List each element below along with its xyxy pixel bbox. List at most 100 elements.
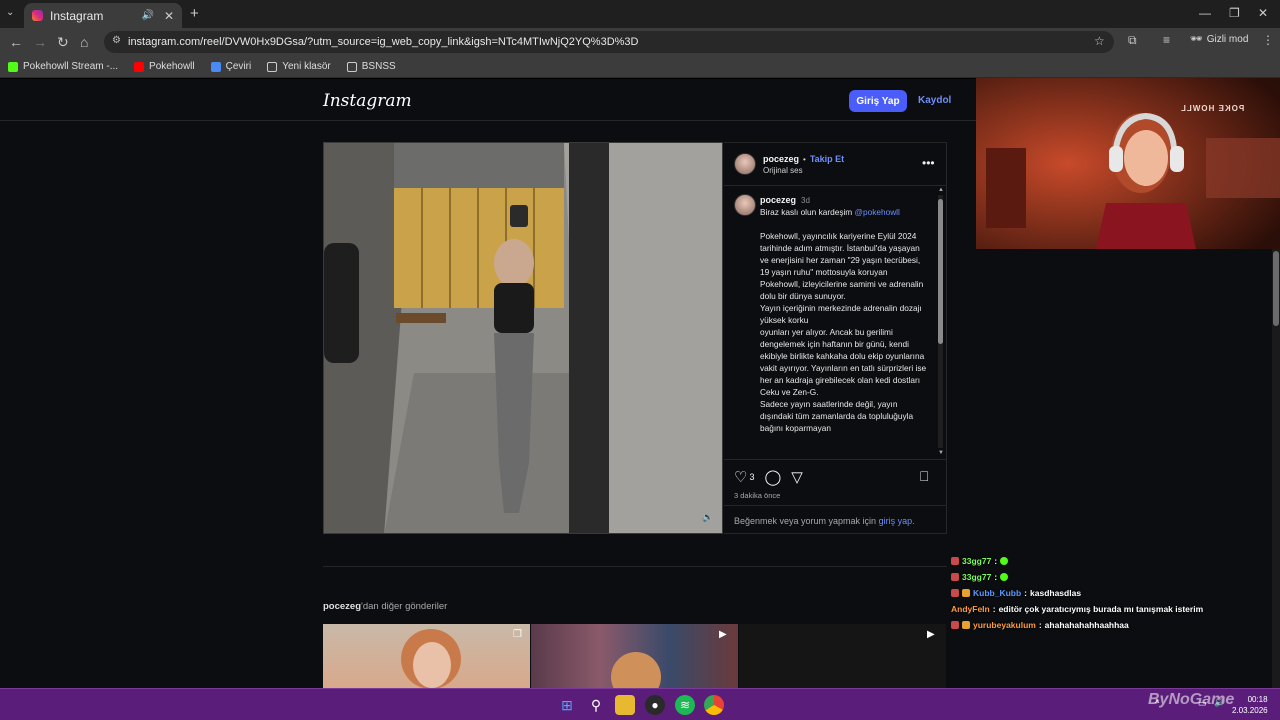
- bookmarks-bar: Pokehowll Stream -... Pokehowll Çeviri Y…: [0, 56, 1280, 78]
- mute-icon[interactable]: 🔈: [702, 512, 713, 523]
- audio-label[interactable]: Orijinal ses: [763, 166, 803, 175]
- section-divider: [323, 566, 947, 567]
- home-icon[interactable]: ⌂: [80, 34, 88, 50]
- more-posts-user[interactable]: pocezeg: [323, 601, 361, 612]
- bookmark-youtube[interactable]: Pokehowll: [134, 61, 195, 72]
- new-tab-icon[interactable]: +: [190, 5, 199, 22]
- chrome-icon[interactable]: [704, 695, 724, 715]
- folder-icon: [346, 61, 357, 72]
- address-bar[interactable]: ⚙ instagram.com/reel/DVW0Hx9DGsa/?utm_so…: [104, 31, 1114, 53]
- caption-text: Biraz kaslı olun kardeşim @pokehowll Pok…: [760, 206, 928, 434]
- tab-instagram[interactable]: Instagram 🔊 ✕: [24, 3, 182, 28]
- folder-icon: [267, 61, 278, 72]
- emote-icon: [1000, 573, 1009, 581]
- chat-username[interactable]: Kubb_Kubb: [973, 588, 1021, 598]
- bookmark-kick[interactable]: Pokehowll Stream -...: [8, 61, 118, 72]
- tab-title: Instagram: [50, 8, 104, 23]
- minimize-icon[interactable]: —: [1199, 6, 1211, 20]
- page-scroll-thumb[interactable]: [1273, 251, 1279, 326]
- back-icon[interactable]: ←: [9, 34, 23, 50]
- chat-colon: :: [1038, 620, 1042, 630]
- author-avatar[interactable]: [734, 153, 756, 175]
- search-icon[interactable]: ⚲: [586, 695, 606, 715]
- instagram-logo[interactable]: Instagram: [323, 91, 412, 111]
- windows-start-icon[interactable]: ⊞: [557, 695, 577, 715]
- chat-username[interactable]: 33gg77: [962, 556, 991, 566]
- action-bar: ♡ 3 ◯ ▽: [734, 468, 803, 486]
- reload-icon[interactable]: ↻: [57, 34, 69, 51]
- kick-icon: [8, 61, 18, 72]
- caption-avatar[interactable]: [734, 194, 756, 216]
- thumbnail-face: [413, 642, 451, 688]
- bookmark-folder-bsnss[interactable]: BSNSS: [346, 61, 396, 72]
- post-side-panel: pocezeg • Takip Et Orijinal ses ••• poce…: [724, 142, 947, 534]
- comment-icon[interactable]: ◯: [764, 468, 781, 486]
- chat-username[interactable]: yurubeyakulum: [973, 620, 1036, 630]
- scroll-up-icon[interactable]: ▲: [938, 187, 944, 193]
- forward-icon[interactable]: →: [33, 34, 47, 50]
- tray-chevron-icon[interactable]: ^: [1155, 698, 1159, 708]
- bookmark-label: Çeviri: [225, 61, 252, 72]
- caption-line: Biraz kaslı olun kardeşim: [760, 207, 853, 217]
- close-window-icon[interactable]: ✕: [1258, 6, 1268, 20]
- chat-badge-icon: [951, 557, 959, 565]
- incognito-label: Gizli mod: [1206, 34, 1249, 45]
- post-time: 3 dakika önce: [734, 491, 781, 500]
- scroll-down-icon[interactable]: ▼: [938, 450, 944, 456]
- speaker-icon[interactable]: 🔊: [141, 10, 153, 21]
- reading-list-icon[interactable]: ≡: [1163, 33, 1170, 47]
- caption-age: 3d: [801, 196, 810, 205]
- caption-mention[interactable]: @pokehowll: [855, 207, 900, 217]
- post-thumbnail[interactable]: ▶: [739, 624, 946, 688]
- post-thumbnail[interactable]: ❐: [323, 624, 530, 688]
- save-bookmark-icon[interactable]: ⎕: [920, 468, 928, 485]
- webcam-overlay: POKE HOWLL: [976, 78, 1280, 249]
- like-count: 3: [749, 472, 755, 482]
- extensions-icon[interactable]: ⧉: [1128, 33, 1137, 48]
- like-heart-icon[interactable]: ♡: [734, 468, 747, 486]
- obs-icon[interactable]: ●: [645, 695, 665, 715]
- bookmark-star-icon[interactable]: ☆: [1094, 34, 1105, 48]
- bookmark-folder-yeni[interactable]: Yeni klasör: [267, 61, 331, 72]
- restore-icon[interactable]: ❐: [1229, 6, 1240, 20]
- share-icon[interactable]: ▽: [791, 468, 803, 486]
- chat-badge-icon: [951, 621, 959, 629]
- bookmark-label: Yeni klasör: [282, 61, 331, 72]
- author-row: pocezeg • Takip Et: [763, 154, 844, 164]
- chat-text: ahahahahahhaahhaa: [1044, 620, 1129, 630]
- caption-paragraph: Sadece yayın saatlerinde değil, yayın dı…: [760, 399, 914, 433]
- divider: [724, 185, 947, 186]
- chat-username[interactable]: 33gg77: [962, 572, 991, 582]
- network-icon[interactable]: ▭: [1198, 698, 1207, 709]
- reel-video[interactable]: 🔈: [323, 142, 723, 534]
- author-username[interactable]: pocezeg: [763, 154, 799, 164]
- incognito-badge[interactable]: 🕶 Gizli mod: [1190, 34, 1248, 45]
- caption-username[interactable]: pocezeg: [760, 195, 796, 205]
- taskbar: ⊞ ⚲ ● ≋ ByNoGame ^ ▭ 🔊 00:18 2.03.2026: [0, 688, 1280, 720]
- spotify-icon[interactable]: ≋: [675, 695, 695, 715]
- post-thumbnail[interactable]: ▶: [531, 624, 738, 688]
- system-clock[interactable]: 00:18 2.03.2026: [1232, 694, 1268, 716]
- site-info-icon[interactable]: ⚙: [112, 35, 121, 46]
- tab-search-icon[interactable]: ⌄: [6, 7, 14, 18]
- login-button[interactable]: Giriş Yap: [849, 90, 907, 112]
- login-link[interactable]: giriş yap.: [879, 516, 915, 526]
- volume-icon[interactable]: 🔊: [1214, 697, 1225, 708]
- file-explorer-icon[interactable]: [615, 695, 635, 715]
- chat-text: editör çok yaratıcıymış burada mı tanışm…: [998, 604, 1204, 614]
- tab-strip: ⌄ Instagram 🔊 ✕ + — ❐ ✕: [0, 0, 1280, 28]
- bookmark-label: Pokehowll Stream -...: [23, 61, 119, 72]
- more-options-icon[interactable]: •••: [922, 156, 935, 170]
- browser-menu-icon[interactable]: ⋮: [1262, 33, 1274, 47]
- bookmark-translate[interactable]: Çeviri: [210, 61, 252, 72]
- caption-scroll-thumb[interactable]: [938, 199, 943, 344]
- dot-separator: •: [803, 154, 806, 164]
- caption-scrollbar[interactable]: ▲ ▼: [937, 187, 944, 457]
- close-tab-icon[interactable]: ✕: [164, 9, 174, 23]
- more-posts-heading: pocezeg'dan diğer gönderiler: [323, 601, 447, 612]
- reel-icon: ▶: [719, 629, 727, 640]
- chat-username[interactable]: AndyFeIn: [951, 604, 990, 614]
- signup-link[interactable]: Kaydol: [918, 95, 951, 106]
- follow-button[interactable]: Takip Et: [810, 154, 844, 164]
- caption-paragraph: Pokehowll, yayıncılık kariyerine Eylül 2…: [760, 231, 924, 301]
